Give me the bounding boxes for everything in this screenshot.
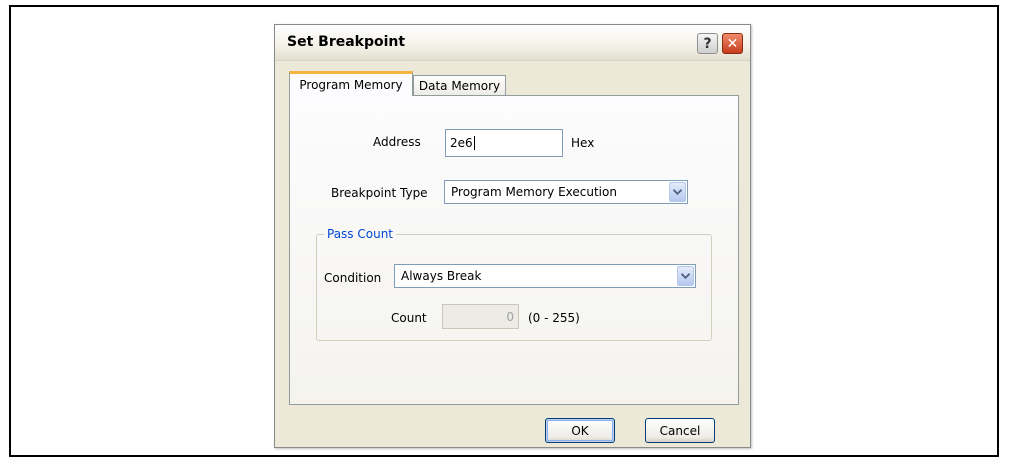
close-icon: ✕ bbox=[726, 35, 739, 52]
dialog-title: Set Breakpoint bbox=[287, 34, 406, 50]
address-label: Address bbox=[373, 135, 421, 149]
help-button[interactable]: ? bbox=[697, 33, 718, 54]
count-label: Count bbox=[391, 311, 427, 325]
ok-button[interactable]: OK bbox=[545, 418, 615, 443]
breakpoint-type-select[interactable]: Program Memory Execution bbox=[444, 180, 688, 204]
chevron-down-icon[interactable] bbox=[669, 182, 686, 202]
tab-label: Data Memory bbox=[418, 79, 501, 93]
pass-count-legend: Pass Count bbox=[324, 227, 397, 241]
tab-panel-program-memory: Address 2e6 Hex Breakpoint Type Program … bbox=[289, 95, 739, 405]
tab-label: Program Memory bbox=[299, 78, 403, 92]
text-caret bbox=[473, 136, 475, 150]
condition-value: Always Break bbox=[401, 269, 482, 283]
tab-data-memory[interactable]: Data Memory bbox=[413, 75, 506, 96]
title-bar: Set Breakpoint ? ✕ bbox=[275, 25, 750, 61]
cancel-button[interactable]: Cancel bbox=[645, 418, 715, 443]
condition-select[interactable]: Always Break bbox=[394, 264, 696, 288]
count-range-label: (0 - 255) bbox=[528, 311, 580, 325]
set-breakpoint-dialog: Set Breakpoint ? ✕ Program Memory Data M… bbox=[274, 24, 751, 448]
address-input[interactable]: 2e6 bbox=[445, 129, 563, 157]
tab-program-memory[interactable]: Program Memory bbox=[289, 71, 413, 96]
close-button[interactable]: ✕ bbox=[722, 33, 743, 54]
breakpoint-type-value: Program Memory Execution bbox=[451, 185, 617, 199]
chevron-down-icon[interactable] bbox=[677, 266, 694, 286]
condition-label: Condition bbox=[324, 271, 382, 285]
count-input[interactable]: 0 bbox=[442, 304, 519, 329]
address-value: 2e6 bbox=[450, 136, 473, 150]
question-icon: ? bbox=[703, 35, 712, 52]
breakpoint-type-label: Breakpoint Type bbox=[331, 186, 428, 200]
count-value: 0 bbox=[506, 309, 514, 324]
address-unit-label: Hex bbox=[571, 136, 595, 150]
